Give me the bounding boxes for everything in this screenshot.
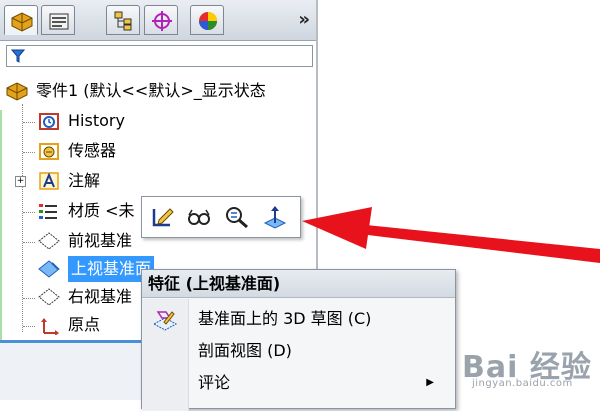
- tree-branch: [23, 152, 35, 153]
- red-pointer-arrow-icon: [302, 207, 600, 263]
- dimxpert-icon: [152, 11, 172, 31]
- menu-item-comment-label: 评论: [198, 373, 231, 392]
- menu-item-3d-sketch-on-plane[interactable]: 基准面上的 3D 草图 (C): [198, 304, 371, 334]
- 3d-sketch-on-plane-icon: [152, 311, 178, 331]
- tree-item-label: 材质 <未: [68, 201, 135, 220]
- tree-branch: [23, 298, 35, 299]
- tree-filter-input[interactable]: [6, 45, 313, 67]
- normal-to-icon[interactable]: [262, 205, 288, 229]
- display-manager-tab[interactable]: [190, 5, 224, 35]
- part-icon: [6, 82, 28, 101]
- dimxpert-tab[interactable]: [144, 5, 178, 35]
- history-icon: [39, 113, 59, 130]
- tree-branch: [23, 242, 35, 243]
- tree-branch: [23, 122, 35, 123]
- sensor-icon: [39, 143, 59, 160]
- tree-root-label: 零件1 (默认<<默认>_显示状态: [36, 81, 266, 100]
- plane-icon: [38, 260, 60, 278]
- tree-branch: [23, 212, 35, 213]
- menu-item-section-view[interactable]: 剖面视图 (D): [198, 336, 292, 366]
- panel-edge-strip: [0, 110, 2, 350]
- featuremanager-icon: [11, 12, 33, 32]
- menu-item-comment[interactable]: 评论 ▶: [198, 368, 448, 398]
- tree-item-label: 右视基准: [68, 287, 133, 306]
- origin-icon: [41, 318, 59, 335]
- plane-icon: [38, 232, 60, 250]
- context-menu: 特征 (上视基准面) 基准面上的 3D 草图 (C) 剖面视图 (D) 评论 ▶: [141, 269, 456, 411]
- display-manager-icon: [199, 12, 217, 30]
- submenu-arrow-icon: ▶: [426, 377, 434, 388]
- annotation-icon: [39, 172, 59, 190]
- tree-item-label: 传感器: [68, 141, 117, 160]
- propertymanager-tab[interactable]: [41, 5, 75, 35]
- tree-item-label: 前视基准: [68, 231, 133, 250]
- tree-item-label: 注解: [68, 171, 101, 190]
- configurationmanager-icon: [114, 11, 132, 31]
- zoom-to-selection-icon[interactable]: [224, 205, 250, 229]
- show-hide-icon[interactable]: [186, 205, 212, 229]
- filter-icon: [11, 49, 25, 63]
- panel-tab-strip: »: [0, 0, 316, 41]
- watermark-url: jingyan.baidu.com: [472, 378, 573, 389]
- featuremanager-tab[interactable]: [4, 5, 38, 35]
- configurationmanager-tab[interactable]: [106, 5, 140, 35]
- baidu-watermark: Bai 经验 jingyan.baidu.com: [462, 342, 592, 389]
- tree-item-label: History: [68, 111, 125, 130]
- context-toolbar: [141, 196, 301, 238]
- expand-annotations-toggle[interactable]: +: [15, 176, 26, 187]
- plane-icon: [38, 288, 60, 306]
- tree-item-label: 原点: [68, 315, 101, 334]
- propertymanager-icon: [49, 13, 69, 30]
- edit-sketch-icon[interactable]: [150, 205, 176, 229]
- more-tabs-button[interactable]: »: [298, 9, 310, 30]
- tree-branch: [23, 326, 35, 327]
- material-icon: [39, 204, 57, 219]
